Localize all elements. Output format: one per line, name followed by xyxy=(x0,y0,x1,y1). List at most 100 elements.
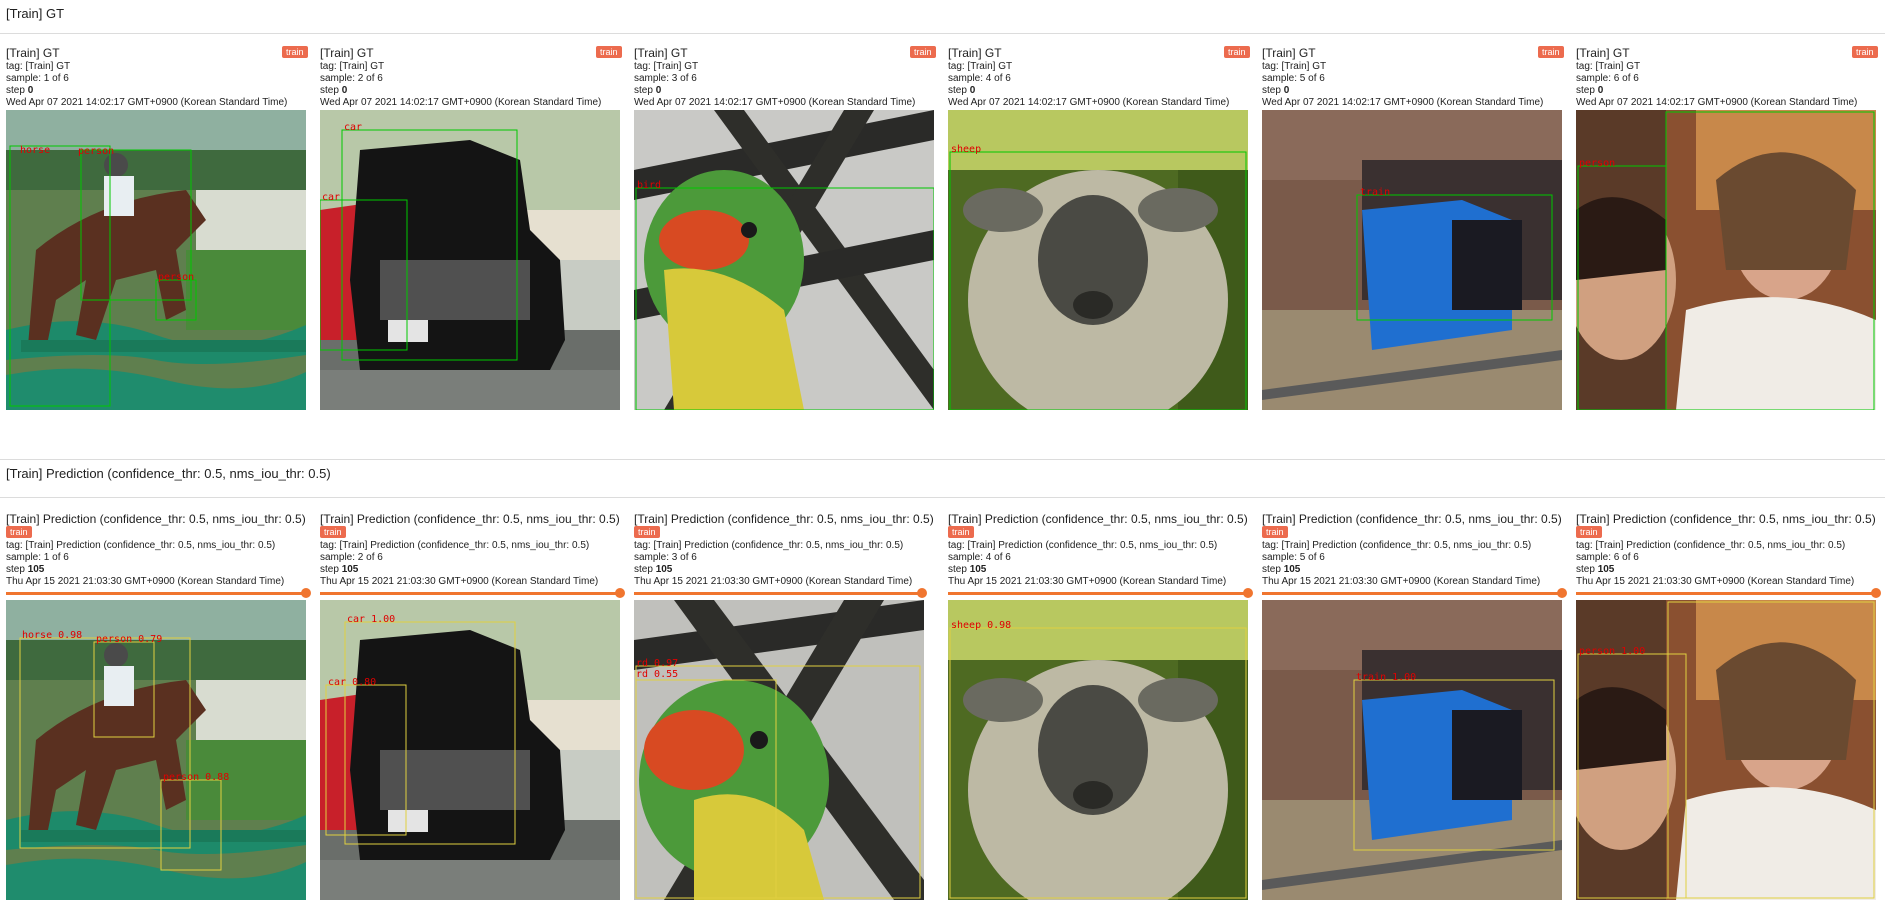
card-tag: tag: [Train] Prediction (confidence_thr:… xyxy=(948,540,1218,551)
run-badge: train xyxy=(634,526,660,538)
run-badge: train xyxy=(596,46,622,58)
card-title: [Train] GT xyxy=(1262,46,1316,60)
sample-image[interactable]: train 1.00 xyxy=(1262,600,1562,900)
card-tag: tag: [Train] Prediction (confidence_thr:… xyxy=(634,540,904,551)
card-sample: sample: 4 of 6 xyxy=(948,552,1011,563)
box-label: person xyxy=(1579,158,1616,169)
box-label: train xyxy=(1360,187,1391,198)
card-timestamp: Thu Apr 15 2021 21:03:30 GMT+0900 (Korea… xyxy=(320,576,599,587)
run-badge: train xyxy=(1576,526,1602,538)
card-sample: sample: 4 of 6 xyxy=(948,73,1011,84)
sample-image[interactable]: car 1.00 car 0.80 xyxy=(320,600,620,900)
box-label: car xyxy=(322,192,341,203)
step-slider-track[interactable] xyxy=(1576,592,1876,595)
box-label: person 0.79 xyxy=(96,634,163,645)
card-step: step 105 xyxy=(1262,564,1301,575)
box-label: person xyxy=(78,146,115,157)
sample-image[interactable]: horse person person xyxy=(6,110,306,410)
box-label: car xyxy=(344,122,363,133)
card-title: [Train] Prediction (confidence_thr: 0.5,… xyxy=(6,512,306,526)
run-badge: train xyxy=(320,526,346,538)
run-badge: train xyxy=(910,46,936,58)
step-slider-track[interactable] xyxy=(634,592,924,595)
step-slider-track[interactable] xyxy=(6,592,306,595)
card-title: [Train] Prediction (confidence_thr: 0.5,… xyxy=(634,512,934,526)
step-slider-thumb[interactable] xyxy=(917,588,927,598)
card-timestamp: Wed Apr 07 2021 14:02:17 GMT+0900 (Korea… xyxy=(1576,97,1858,108)
box-label: rd 0.55 xyxy=(636,669,679,680)
card-sample: sample: 6 of 6 xyxy=(1576,73,1639,84)
step-slider-track[interactable] xyxy=(1262,592,1562,595)
box-label: person xyxy=(158,272,195,283)
card-step: step 105 xyxy=(634,564,673,575)
card-sample: sample: 3 of 6 xyxy=(634,552,697,563)
card-sample: sample: 2 of 6 xyxy=(320,552,383,563)
card-timestamp: Wed Apr 07 2021 14:02:17 GMT+0900 (Korea… xyxy=(634,97,916,108)
step-slider-track[interactable] xyxy=(948,592,1248,595)
step-slider-track[interactable] xyxy=(320,592,620,595)
card-title: [Train] GT xyxy=(634,46,688,60)
card-sample: sample: 5 of 6 xyxy=(1262,73,1325,84)
card-sample: sample: 2 of 6 xyxy=(320,73,383,84)
box-label: horse xyxy=(20,145,51,156)
run-badge: train xyxy=(1852,46,1878,58)
card-timestamp: Wed Apr 07 2021 14:02:17 GMT+0900 (Korea… xyxy=(320,97,602,108)
card-step: step 0 xyxy=(320,85,348,96)
card-tag: tag: [Train] Prediction (confidence_thr:… xyxy=(320,540,590,551)
card-tag: tag: [Train] GT xyxy=(320,61,385,72)
card-sample: sample: 5 of 6 xyxy=(1262,552,1325,563)
card-step: step 0 xyxy=(1262,85,1290,96)
run-badge: train xyxy=(948,526,974,538)
card-timestamp: Thu Apr 15 2021 21:03:30 GMT+0900 (Korea… xyxy=(634,576,913,587)
box-label: car 0.80 xyxy=(328,677,377,688)
card-tag: tag: [Train] Prediction (confidence_thr:… xyxy=(1262,540,1532,551)
box-label: horse 0.98 xyxy=(22,630,83,641)
card-timestamp: Thu Apr 15 2021 21:03:30 GMT+0900 (Korea… xyxy=(1262,576,1541,587)
step-slider-thumb[interactable] xyxy=(615,588,625,598)
step-slider-thumb[interactable] xyxy=(1871,588,1881,598)
card-timestamp: Thu Apr 15 2021 21:03:30 GMT+0900 (Korea… xyxy=(1576,576,1855,587)
run-badge: train xyxy=(1538,46,1564,58)
step-slider-thumb[interactable] xyxy=(301,588,311,598)
card-step: step 0 xyxy=(6,85,34,96)
card-step: step 0 xyxy=(948,85,976,96)
card-title: [Train] GT xyxy=(320,46,374,60)
card-tag: tag: [Train] Prediction (confidence_thr:… xyxy=(6,540,276,551)
card-title: [Train] Prediction (confidence_thr: 0.5,… xyxy=(948,512,1248,526)
section-divider xyxy=(0,497,1885,498)
sample-image[interactable]: car car xyxy=(320,110,620,410)
section-title[interactable]: [Train] GT xyxy=(6,6,64,21)
card-title: [Train] Prediction (confidence_thr: 0.5,… xyxy=(1262,512,1562,526)
sample-image[interactable]: horse 0.98 person 0.79 person 0.88 xyxy=(6,600,306,900)
card-tag: tag: [Train] GT xyxy=(1262,61,1327,72)
sample-image[interactable]: person xyxy=(1576,110,1876,410)
sample-image[interactable]: bird xyxy=(634,110,934,410)
card-sample: sample: 6 of 6 xyxy=(1576,552,1639,563)
section-title[interactable]: [Train] Prediction (confidence_thr: 0.5,… xyxy=(6,466,331,481)
sample-image[interactable]: sheep xyxy=(948,110,1248,410)
sample-image[interactable]: sheep 0.98 xyxy=(948,600,1248,900)
card-sample: sample: 3 of 6 xyxy=(634,73,697,84)
card-timestamp: Thu Apr 15 2021 21:03:30 GMT+0900 (Korea… xyxy=(6,576,285,587)
section-divider xyxy=(0,459,1885,460)
run-badge: train xyxy=(6,526,32,538)
card-title: [Train] GT xyxy=(948,46,1002,60)
card-step: step 105 xyxy=(1576,564,1615,575)
sample-image[interactable]: rd 0.97 rd 0.55 xyxy=(634,600,924,900)
run-badge: train xyxy=(1224,46,1250,58)
card-tag: tag: [Train] GT xyxy=(1576,61,1641,72)
run-badge: train xyxy=(1262,526,1288,538)
box-label: sheep 0.98 xyxy=(951,620,1012,631)
sample-image[interactable]: train xyxy=(1262,110,1562,410)
card-title: [Train] GT xyxy=(6,46,60,60)
step-slider-thumb[interactable] xyxy=(1243,588,1253,598)
card-tag: tag: [Train] Prediction (confidence_thr:… xyxy=(1576,540,1846,551)
run-badge: train xyxy=(282,46,308,58)
card-step: step 105 xyxy=(6,564,45,575)
card-step: step 105 xyxy=(948,564,987,575)
step-slider-thumb[interactable] xyxy=(1557,588,1567,598)
card-tag: tag: [Train] GT xyxy=(948,61,1013,72)
sample-image[interactable]: person 1.00 xyxy=(1576,600,1876,900)
card-title: [Train] Prediction (confidence_thr: 0.5,… xyxy=(1576,512,1876,526)
box-label: rd 0.97 xyxy=(636,658,679,669)
